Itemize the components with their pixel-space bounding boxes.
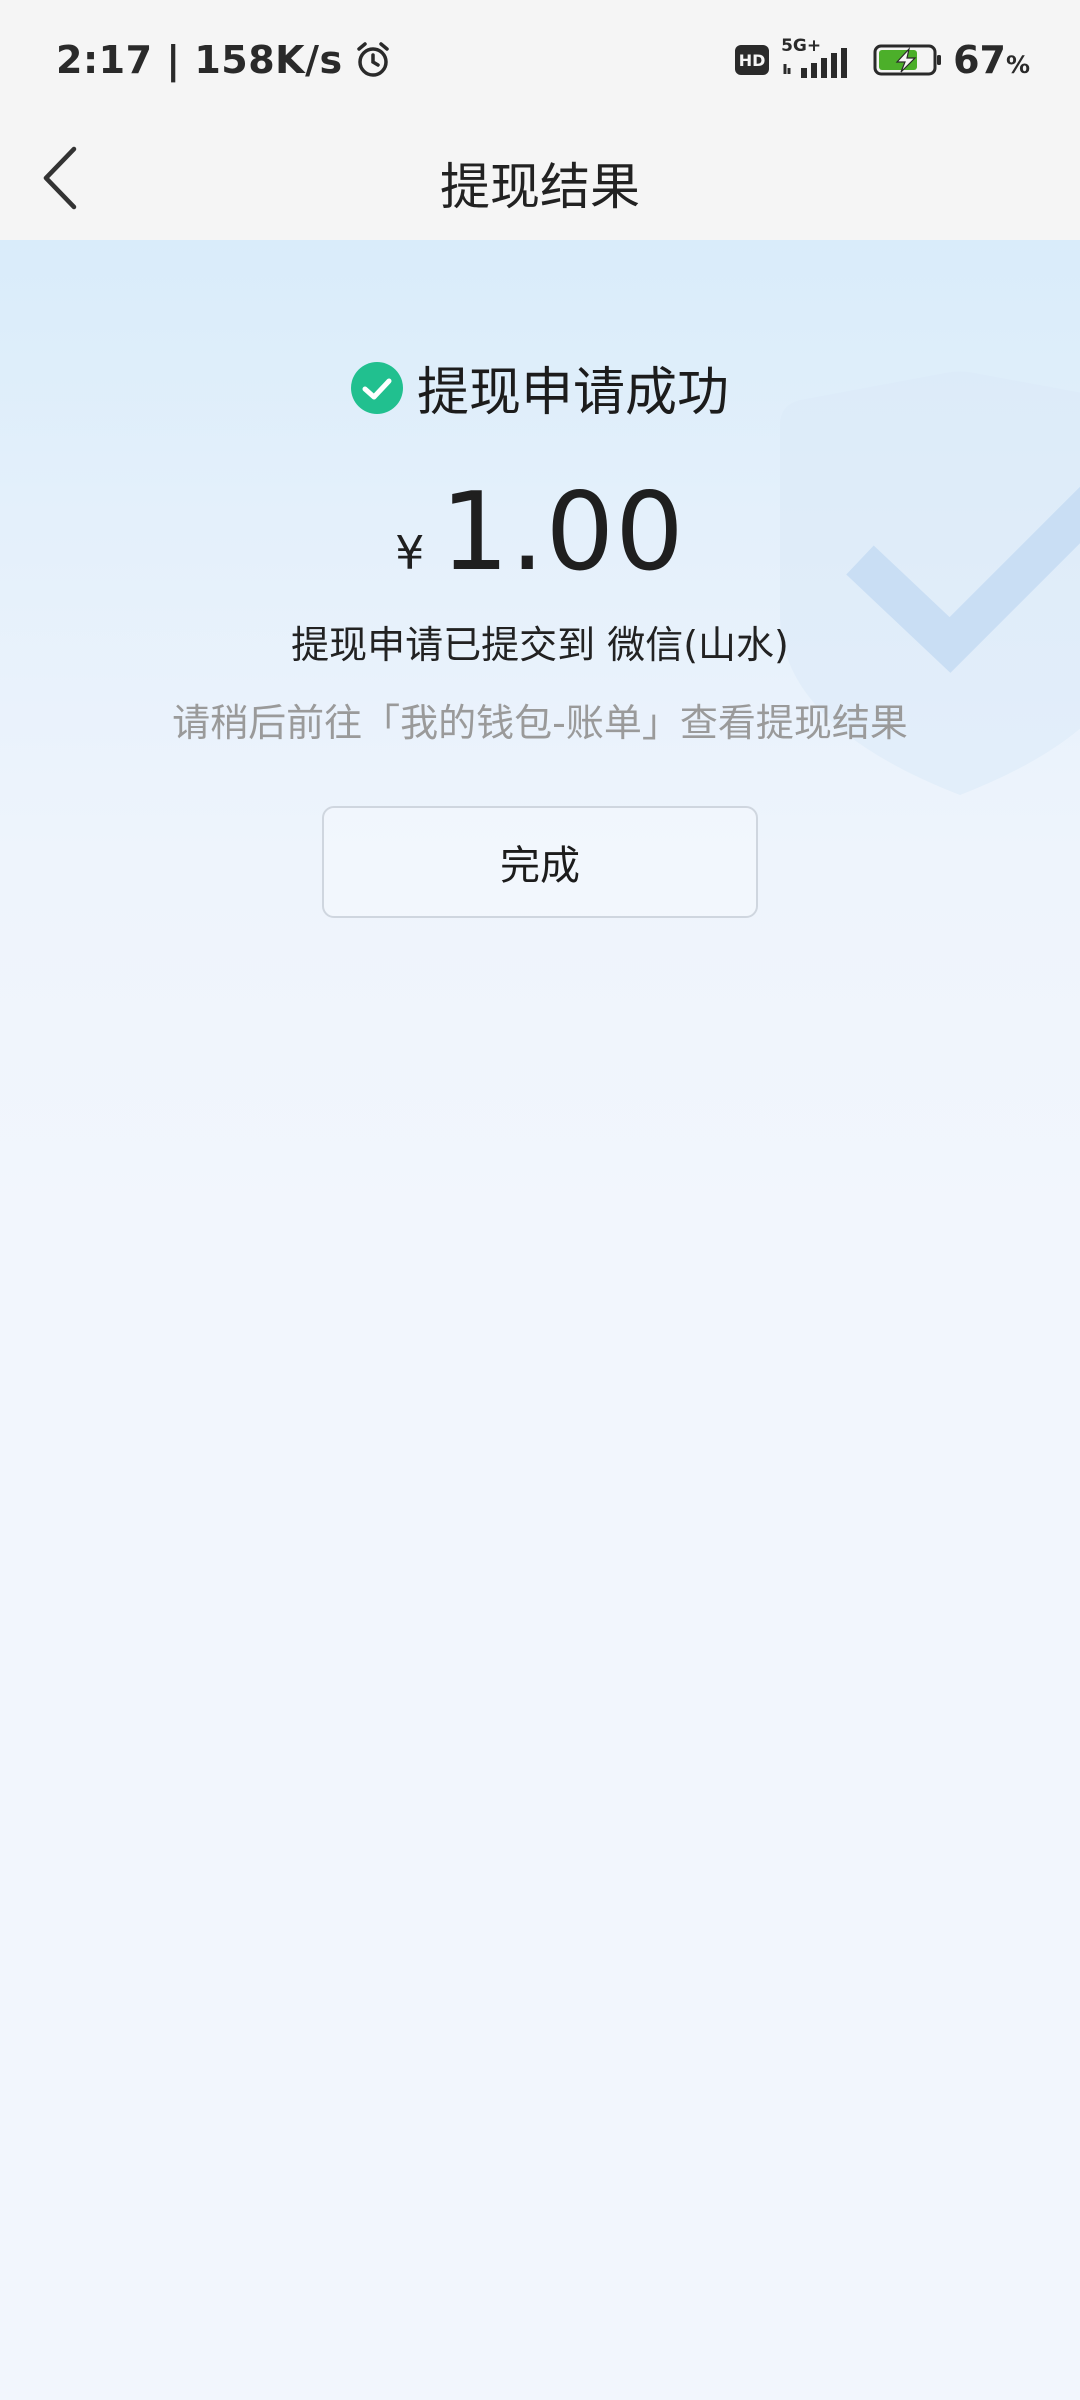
time-network-speed: 2:17 | 158K/s	[56, 38, 343, 82]
alarm-icon	[356, 42, 389, 77]
battery-unit: %	[1005, 51, 1030, 79]
status-bar: 2:17 | 158K/s HD 5G+ 67%	[0, 0, 1080, 126]
success-message: 提现申请成功	[416, 363, 729, 423]
nav-bar: 提现结果	[0, 126, 1080, 240]
result-content: 提现申请成功 ¥ 1.00 提现申请已提交到 微信(山水) 请稍后前往「我的钱包…	[0, 240, 1080, 2400]
done-button[interactable]: 完成	[322, 806, 758, 918]
currency-symbol: ¥	[395, 526, 425, 580]
submitted-to-text: 提现申请已提交到 微信(山水)	[291, 623, 789, 667]
hint-text: 请稍后前往「我的钱包-账单」查看提现结果	[172, 701, 908, 745]
signal-bars-icon	[783, 48, 848, 78]
hd-badge: HD	[735, 45, 770, 75]
amount-display: ¥ 1.00	[0, 470, 1080, 595]
check-circle-icon	[350, 361, 403, 414]
success-header: 提现申请成功	[0, 350, 1080, 425]
signal-indicator: 5G+	[779, 36, 855, 82]
battery-icon	[873, 44, 942, 76]
status-right: HD 5G+ 67%	[735, 36, 1030, 82]
amount-value: 1.00	[440, 470, 685, 595]
battery-percent: 67%	[953, 38, 1030, 82]
page-title: 提现结果	[440, 158, 640, 216]
status-left: 2:17 | 158K/s	[56, 38, 393, 82]
